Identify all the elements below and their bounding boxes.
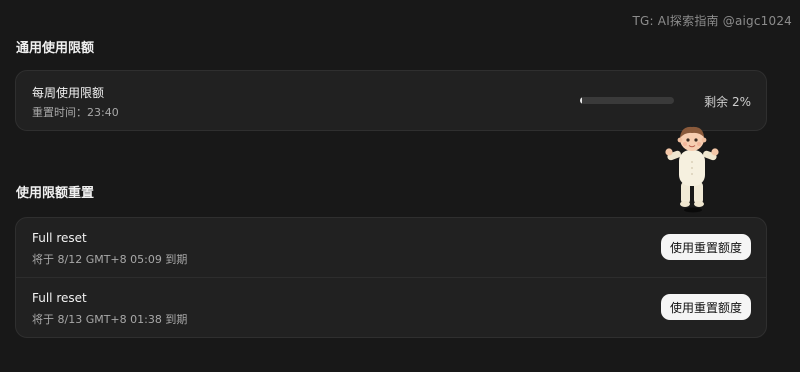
weekly-limit-row: 每周使用限额 重置时间：23:40 剩余 2% [16,71,766,130]
reset-expiry: 将于 8/13 GMT+8 01:38 到期 [32,313,188,326]
watermark-text: TG: AI探索指南 @aigc1024 [632,14,792,28]
use-reset-button[interactable]: 使用重置额度 [660,294,751,320]
weekly-limit-title: 每周使用限额 [32,86,105,100]
general-limits-heading: 通用使用限额 [16,41,95,56]
reset-title: Full reset [32,291,87,305]
use-reset-button[interactable]: 使用重置额度 [660,234,751,260]
weekly-limit-reset-time: 重置时间：23:40 [32,106,119,119]
reset-row: Full reset 将于 8/12 GMT+8 05:09 到期 使用重置额度 [16,218,766,277]
limit-resets-card: Full reset 将于 8/12 GMT+8 05:09 到期 使用重置额度… [15,217,767,338]
reset-row: Full reset 将于 8/13 GMT+8 01:38 到期 使用重置额度 [16,277,766,337]
reset-title: Full reset [32,231,87,245]
baby-mascot-image [665,126,719,213]
weekly-limit-remaining: 剩余 2% [704,95,751,109]
limit-resets-heading: 使用限额重置 [16,186,95,201]
weekly-limit-progress-fill [580,97,582,104]
weekly-limit-progress-bar [580,97,674,104]
weekly-limit-card: 每周使用限额 重置时间：23:40 剩余 2% [15,70,767,131]
reset-expiry: 将于 8/12 GMT+8 05:09 到期 [32,253,188,266]
